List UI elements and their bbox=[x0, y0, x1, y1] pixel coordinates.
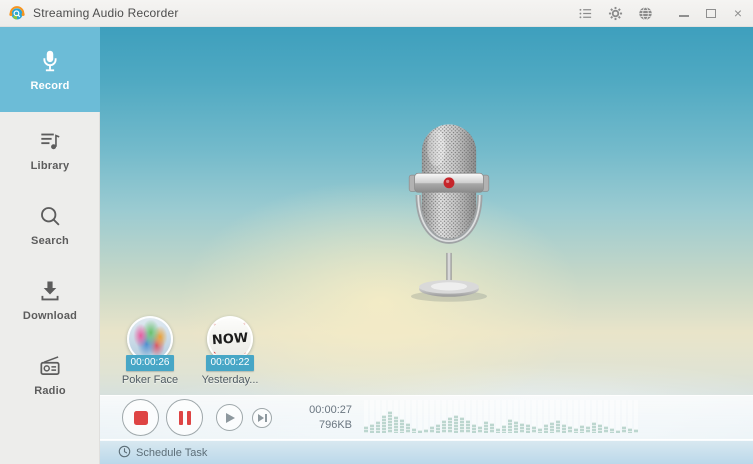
waveform-bar bbox=[406, 400, 410, 433]
download-icon bbox=[37, 278, 63, 304]
waveform-bar bbox=[628, 400, 632, 433]
sidebar-item-download[interactable]: Download bbox=[0, 262, 100, 337]
settings-gear-icon[interactable] bbox=[607, 5, 623, 21]
stop-button[interactable] bbox=[122, 399, 159, 436]
sidebar-item-radio[interactable]: Radio bbox=[0, 337, 100, 412]
waveform-bar bbox=[448, 400, 452, 433]
magnifier-icon bbox=[37, 203, 63, 229]
waveform-bar bbox=[472, 400, 476, 433]
waveform-bar bbox=[430, 400, 434, 433]
waveform-bar bbox=[394, 400, 398, 433]
waveform-bar bbox=[616, 400, 620, 433]
sidebar-item-search[interactable]: Search bbox=[0, 187, 100, 262]
sidebar-item-label: Library bbox=[31, 160, 70, 172]
waveform-bar bbox=[556, 400, 560, 433]
waveform-bar bbox=[484, 400, 488, 433]
recording-item[interactable]: NOW 00:00:22 Yesterday... bbox=[198, 316, 262, 386]
waveform-bar bbox=[634, 400, 638, 433]
minimize-button[interactable] bbox=[677, 6, 691, 20]
waveform-bar bbox=[610, 400, 614, 433]
main-sky-background: 00:00:26 Poker Face NOW 00:00:22 Yesterday..… bbox=[100, 27, 753, 464]
waveform-bar bbox=[376, 400, 380, 433]
app-title: Streaming Audio Recorder bbox=[33, 6, 179, 20]
waveform-bar bbox=[424, 400, 428, 433]
waveform-bar bbox=[550, 400, 554, 433]
waveform-bar bbox=[538, 400, 542, 433]
waveform-bar bbox=[598, 400, 602, 433]
waveform-bar bbox=[496, 400, 500, 433]
sidebar-item-library[interactable]: Library bbox=[0, 112, 100, 187]
waveform-bar bbox=[544, 400, 548, 433]
waveform-bar bbox=[466, 400, 470, 433]
waveform-bar bbox=[520, 400, 524, 433]
maximize-button[interactable] bbox=[704, 6, 718, 20]
stop-icon bbox=[134, 411, 148, 425]
waveform-bar bbox=[604, 400, 608, 433]
language-globe-icon[interactable] bbox=[637, 5, 653, 21]
waveform-bar bbox=[502, 400, 506, 433]
play-icon bbox=[226, 413, 235, 423]
waveform-bar bbox=[442, 400, 446, 433]
menu-list-icon[interactable] bbox=[577, 5, 593, 21]
sidebar-item-label: Record bbox=[30, 80, 69, 92]
duration-badge: 00:00:22 bbox=[206, 355, 255, 371]
waveform-bar bbox=[592, 400, 596, 433]
close-button[interactable]: × bbox=[731, 6, 745, 20]
waveform-visualization bbox=[364, 400, 638, 436]
waveform-bar bbox=[526, 400, 530, 433]
elapsed-time: 00:00:27 bbox=[300, 403, 352, 418]
play-button[interactable] bbox=[216, 404, 243, 431]
clock-icon bbox=[118, 445, 131, 461]
statusbar: Schedule Task bbox=[100, 440, 753, 464]
waveform-bar bbox=[400, 400, 404, 433]
waveform-bar bbox=[586, 400, 590, 433]
pause-button[interactable] bbox=[166, 399, 203, 436]
waveform-bar bbox=[460, 400, 464, 433]
waveform-bar bbox=[370, 400, 374, 433]
waveform-bar bbox=[568, 400, 572, 433]
waveform-bar bbox=[532, 400, 536, 433]
waveform-bar bbox=[622, 400, 626, 433]
pause-icon bbox=[179, 411, 191, 425]
waveform-bar bbox=[508, 400, 512, 433]
file-size: 796KB bbox=[300, 418, 352, 433]
waveform-bar bbox=[436, 400, 440, 433]
vintage-microphone-illustration bbox=[384, 119, 514, 309]
waveform-bar bbox=[454, 400, 458, 433]
next-button[interactable] bbox=[252, 408, 272, 428]
waveform-bar bbox=[574, 400, 578, 433]
waveform-bar bbox=[490, 400, 494, 433]
waveform-bar bbox=[388, 400, 392, 433]
recording-title: Yesterday... bbox=[202, 374, 259, 386]
music-list-icon bbox=[37, 128, 63, 154]
recordings-list: 00:00:26 Poker Face NOW 00:00:22 Yesterday..… bbox=[118, 316, 262, 386]
app-logo-icon bbox=[8, 4, 26, 22]
recording-item[interactable]: 00:00:26 Poker Face bbox=[118, 316, 182, 386]
sidebar-item-label: Search bbox=[31, 235, 69, 247]
waveform-bar bbox=[478, 400, 482, 433]
recording-title: Poker Face bbox=[122, 374, 178, 386]
waveform-bar bbox=[364, 400, 368, 433]
album-art-text: NOW bbox=[211, 330, 248, 347]
microphone-icon bbox=[37, 48, 63, 74]
sidebar-item-label: Radio bbox=[34, 385, 66, 397]
player-control-panel: 00:00:27 796KB bbox=[100, 395, 753, 440]
sidebar-item-label: Download bbox=[23, 310, 77, 322]
waveform-bar bbox=[562, 400, 566, 433]
waveform-bar bbox=[382, 400, 386, 433]
radio-icon bbox=[37, 353, 63, 379]
waveform-bar bbox=[514, 400, 518, 433]
skip-next-icon bbox=[258, 414, 267, 422]
recording-time-info: 00:00:27 796KB bbox=[300, 403, 352, 433]
sidebar: Record Library Search Download Radio bbox=[0, 27, 100, 464]
duration-badge: 00:00:26 bbox=[126, 355, 175, 371]
schedule-task-label: Schedule Task bbox=[136, 447, 207, 459]
titlebar: Streaming Audio Recorder bbox=[0, 0, 753, 27]
sidebar-item-record[interactable]: Record bbox=[0, 27, 100, 112]
waveform-bar bbox=[418, 400, 422, 433]
schedule-task-button[interactable]: Schedule Task bbox=[118, 445, 207, 461]
waveform-bar bbox=[412, 400, 416, 433]
waveform-bar bbox=[580, 400, 584, 433]
